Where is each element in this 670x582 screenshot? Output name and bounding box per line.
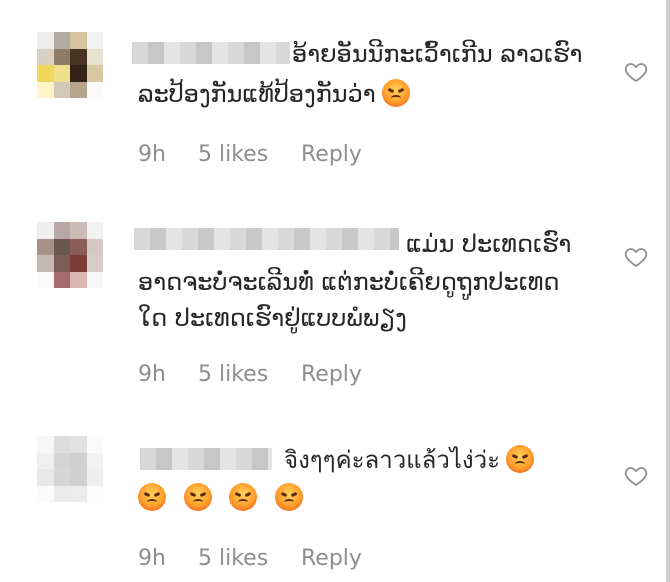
comment-time: 9h [138, 546, 166, 571]
comment-likes[interactable]: 5 likes [198, 142, 268, 167]
reply-button[interactable]: Reply [301, 142, 362, 167]
comment-meta: 9h 5 likes Reply [138, 546, 418, 574]
comment-time: 9h [138, 142, 166, 167]
comment-item: ອ້າຍອັນນີກະເວົ້າເກີນ ລາວເຮົາ ລະປ້ອງກັນແທ… [0, 0, 666, 190]
comment-text-line: จิงๆๆค่ะลาวแล้วไง่ว่ะ [284, 444, 534, 476]
avatar[interactable] [37, 222, 103, 288]
comment-likes[interactable]: 5 likes [198, 546, 268, 571]
comment-text-line: ແມ່ນ ປະເທດເຮົາ [406, 230, 572, 258]
comment-meta: 9h 5 likes Reply [138, 362, 418, 390]
comment-meta: 9h 5 likes Reply [138, 142, 418, 170]
comment-likes[interactable]: 5 likes [198, 362, 268, 387]
angry-face-emoji [229, 483, 258, 511]
heart-outline-icon[interactable] [624, 60, 648, 84]
comment-text-line-content: จิงๆๆค่ะลาวแล้วไง่ว่ะ [284, 446, 500, 474]
blurred-username[interactable] [134, 228, 399, 250]
comment-item: ແມ່ນ ປະເທດເຮົາ ອາດຈະບໍ່ຈະເລີນທໍ່ ແຕ່ກະບໍ… [0, 190, 666, 410]
blurred-username[interactable] [140, 448, 272, 470]
angry-face-emoji [183, 483, 212, 511]
reply-button[interactable]: Reply [301, 546, 362, 571]
angry-face-emoji [505, 445, 534, 473]
comment-text-line: ອ້າຍອັນນີກະເວົ້າເກີນ ລາວເຮົາ [292, 40, 583, 68]
comment-emoji-line [138, 482, 303, 514]
window-edge [666, 0, 670, 582]
comment-text-line: ລະປ້ອງກັນແທ້ປ້ອງກັນວ່າ [138, 78, 410, 110]
reply-button[interactable]: Reply [301, 362, 362, 387]
angry-face-emoji [381, 79, 410, 107]
heart-outline-icon[interactable] [624, 464, 648, 488]
blurred-username[interactable] [132, 42, 290, 64]
avatar[interactable] [37, 32, 103, 98]
comment-text-line: ໃດ ປະເທດເຮົາຢູ່ແບບພໍພຽງ [138, 304, 407, 332]
heart-outline-icon[interactable] [624, 245, 648, 269]
comment-item: จิงๆๆค่ะลาวแล้วไง่ว่ะ 9h 5 likes Reply [0, 410, 666, 582]
comment-text-line: ອາດຈະບໍ່ຈະເລີນທໍ່ ແຕ່ກະບໍ່ເຄີຍດູຖູກປະເທດ [138, 268, 560, 296]
angry-face-emoji [274, 483, 303, 511]
angry-face-emoji [138, 483, 166, 511]
comment-time: 9h [138, 362, 166, 387]
comment-text-line-content: ລະປ້ອງກັນແທ້ປ້ອງກັນວ່າ [138, 80, 376, 108]
avatar[interactable] [37, 436, 103, 502]
